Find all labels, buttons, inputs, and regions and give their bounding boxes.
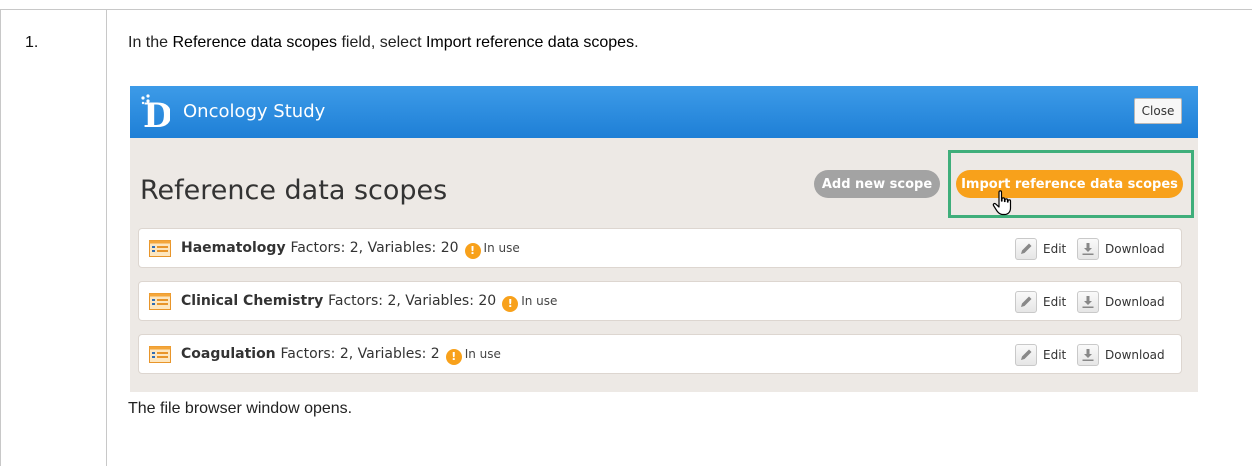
- scope-row-clinical-chemistry: Clinical Chemistry Factors: 2, Variables…: [138, 281, 1182, 321]
- step-instruction: In the Reference data scopes field, sele…: [128, 34, 639, 52]
- pencil-icon: [1015, 291, 1037, 313]
- scope-title: Haematology Factors: 2, Variables: 20! In…: [181, 240, 520, 259]
- scope-title: Clinical Chemistry Factors: 2, Variables…: [181, 293, 557, 312]
- column-divider: [106, 9, 107, 466]
- instruction-text-2: field, select: [337, 34, 426, 51]
- step-number: 1.: [25, 34, 39, 51]
- scope-details: Factors: 2, Variables: 2: [280, 346, 440, 362]
- viedoc-logo-icon: D: [141, 94, 170, 131]
- download-icon: [1077, 291, 1099, 313]
- import-reference-data-scopes-button[interactable]: Import reference data scopes: [956, 170, 1183, 198]
- download-label: Download: [1105, 242, 1165, 256]
- scope-name: Haematology: [181, 240, 286, 256]
- app-screenshot: D Oncology Study Close Reference data sc…: [130, 86, 1198, 392]
- scope-list-icon: [149, 293, 171, 310]
- scope-row-haematology: Haematology Factors: 2, Variables: 20! In…: [138, 228, 1182, 268]
- in-use-label: In use: [521, 294, 558, 308]
- download-button[interactable]: Download: [1077, 291, 1165, 313]
- scope-list-icon: [149, 346, 171, 363]
- in-use-label: In use: [464, 347, 501, 361]
- scope-title: Coagulation Factors: 2, Variables: 2! In …: [181, 346, 501, 365]
- download-icon: [1077, 344, 1099, 366]
- instruction-text-1: In the: [128, 34, 173, 51]
- close-button[interactable]: Close: [1134, 98, 1182, 124]
- instruction-text-3: .: [634, 34, 639, 51]
- edit-label: Edit: [1043, 348, 1067, 362]
- in-use-label: In use: [483, 241, 520, 255]
- edit-button[interactable]: Edit: [1015, 344, 1066, 366]
- edit-label: Edit: [1043, 242, 1067, 256]
- scope-name: Coagulation: [181, 346, 276, 362]
- download-label: Download: [1105, 348, 1165, 362]
- scope-name: Clinical Chemistry: [181, 293, 324, 309]
- download-button[interactable]: Download: [1077, 238, 1165, 260]
- pencil-icon: [1015, 344, 1037, 366]
- edit-button[interactable]: Edit: [1015, 291, 1066, 313]
- pencil-icon: [1015, 238, 1037, 260]
- step-result: The file browser window opens.: [128, 400, 353, 417]
- warning-icon: !: [502, 296, 519, 312]
- warning-icon: !: [445, 349, 462, 365]
- instruction-option-name: Import reference data scopes: [425, 34, 635, 51]
- page-title: Reference data scopes: [140, 175, 448, 206]
- hand-cursor-icon: [992, 190, 1012, 216]
- scope-list-icon: [149, 240, 171, 257]
- download-button[interactable]: Download: [1077, 344, 1165, 366]
- app-header: D Oncology Study Close: [130, 86, 1198, 138]
- scope-details: Factors: 2, Variables: 20: [290, 240, 459, 256]
- edit-label: Edit: [1043, 295, 1067, 309]
- download-icon: [1077, 238, 1099, 260]
- edit-button[interactable]: Edit: [1015, 238, 1066, 260]
- add-new-scope-button[interactable]: Add new scope: [814, 170, 940, 198]
- instruction-field-name: Reference data scopes: [172, 34, 338, 51]
- scope-row-coagulation: Coagulation Factors: 2, Variables: 2! In …: [138, 334, 1182, 374]
- download-label: Download: [1105, 295, 1165, 309]
- scope-details: Factors: 2, Variables: 20: [328, 293, 497, 309]
- warning-icon: !: [464, 243, 481, 259]
- study-title: Oncology Study: [183, 101, 326, 122]
